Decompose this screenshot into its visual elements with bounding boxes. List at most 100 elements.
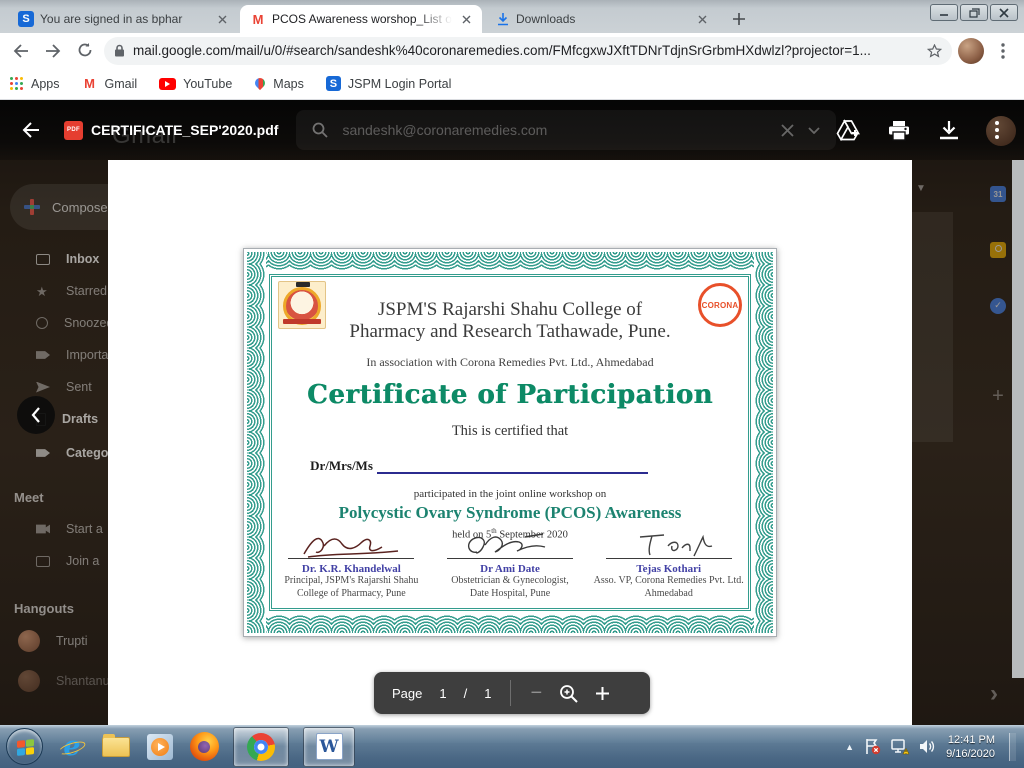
compose-plus-icon bbox=[24, 199, 40, 215]
name-blank-line bbox=[377, 460, 648, 474]
add-panel-icon[interactable]: + bbox=[990, 388, 1006, 404]
bookmark-label: JSPM Login Portal bbox=[348, 77, 452, 91]
minimize-button[interactable] bbox=[930, 4, 958, 21]
hangouts-contact-trupti[interactable]: Trupti bbox=[18, 630, 88, 652]
browser-menu-icon[interactable] bbox=[990, 38, 1016, 64]
tab-pcos-awareness-active[interactable]: M PCOS Awareness worshop_List of bbox=[240, 5, 482, 33]
bookmark-jspm-portal[interactable]: S JSPM Login Portal bbox=[326, 76, 452, 91]
reload-button[interactable] bbox=[72, 38, 98, 64]
gmail-search-bar[interactable]: sandeshk@coronaremedies.com bbox=[296, 110, 836, 150]
new-tab-button[interactable] bbox=[728, 8, 750, 30]
bookmark-label: Apps bbox=[31, 77, 60, 91]
current-page-number[interactable]: 1 bbox=[439, 686, 446, 701]
signatory-date: Dr Ami Date Obstetrician & Gynecologist,… bbox=[431, 530, 590, 600]
search-query[interactable]: sandeshk@coronaremedies.com bbox=[342, 122, 767, 138]
download-favicon bbox=[496, 12, 510, 26]
volume-icon[interactable] bbox=[919, 739, 936, 754]
viewer-more-options-icon[interactable] bbox=[988, 121, 1006, 139]
page-scrollbar[interactable] bbox=[1012, 160, 1024, 678]
windows-taskbar: e W ▲ 12 bbox=[0, 725, 1024, 768]
print-icon[interactable] bbox=[888, 120, 910, 141]
taskbar-word-active[interactable]: W bbox=[303, 727, 355, 767]
send-icon bbox=[36, 382, 50, 393]
viewer-back-button[interactable] bbox=[14, 122, 48, 138]
meet-start-meeting[interactable]: Start a bbox=[36, 522, 103, 536]
search-options-chevron-icon[interactable] bbox=[808, 127, 820, 134]
tab-label: PCOS Awareness worshop_List of bbox=[272, 12, 452, 26]
zoom-magnifier-icon[interactable] bbox=[559, 684, 578, 703]
signatory-role: College of Pharmacy, Pune bbox=[297, 588, 406, 601]
apps-grid-icon bbox=[10, 77, 24, 91]
taskbar-chrome-active[interactable] bbox=[233, 727, 289, 767]
sidebar-item-snoozed[interactable]: Snoozed bbox=[36, 316, 113, 330]
taskbar-internet-explorer[interactable]: e bbox=[57, 732, 87, 762]
network-status-icon[interactable] bbox=[891, 738, 909, 755]
sidebar-item-sent[interactable]: Sent bbox=[36, 380, 92, 394]
hidden-icons-chevron-icon[interactable]: ▲ bbox=[845, 742, 854, 752]
meet-join-meeting[interactable]: Join a bbox=[36, 554, 99, 568]
participation-line: participated in the joint online worksho… bbox=[272, 488, 748, 500]
clock-icon bbox=[36, 317, 48, 329]
sidebar-item-inbox[interactable]: Inbox bbox=[36, 252, 99, 266]
add-to-drive-icon[interactable] bbox=[836, 119, 860, 141]
corona-logo: CORONA bbox=[698, 283, 742, 327]
zoom-out-icon[interactable]: − bbox=[530, 682, 542, 705]
clear-search-icon[interactable] bbox=[781, 124, 794, 137]
calendar-panel-icon[interactable]: 31 bbox=[990, 186, 1006, 202]
bookmark-star-icon[interactable] bbox=[927, 44, 942, 58]
restore-button[interactable] bbox=[960, 4, 988, 21]
download-icon[interactable] bbox=[938, 120, 960, 140]
address-bar[interactable]: mail.google.com/mail/u/0/#search/sandesh… bbox=[104, 37, 952, 65]
taskbar-file-explorer[interactable] bbox=[101, 732, 131, 762]
viewer-header: Gmail PDF CERTIFICATE_SEP'2020.pdf sande… bbox=[0, 100, 1024, 160]
start-button[interactable] bbox=[6, 728, 43, 765]
tab-signed-in[interactable]: S You are signed in as bphar bbox=[8, 5, 238, 33]
bookmark-maps[interactable]: Maps bbox=[254, 77, 304, 91]
signature-line bbox=[288, 558, 414, 559]
college-logo bbox=[278, 281, 326, 329]
taskbar-firefox[interactable] bbox=[189, 732, 219, 762]
workshop-title: Polycystic Ovary Syndrome (PCOS) Awarene… bbox=[272, 503, 748, 523]
certify-line: This is certified that bbox=[272, 423, 748, 440]
video-camera-icon bbox=[36, 524, 50, 535]
signatory-role: Principal, JSPM's Rajarshi Shahu bbox=[284, 575, 418, 588]
sidebar-item-important[interactable]: Important bbox=[36, 348, 119, 362]
categories-icon bbox=[36, 448, 50, 459]
bookmark-apps[interactable]: Apps bbox=[10, 77, 60, 91]
profile-avatar[interactable] bbox=[958, 38, 984, 64]
show-desktop-button[interactable] bbox=[1009, 733, 1016, 761]
tasks-panel-icon[interactable]: ✓ bbox=[990, 298, 1006, 314]
action-center-flag-icon[interactable] bbox=[864, 738, 881, 755]
bookmark-youtube[interactable]: YouTube bbox=[159, 77, 232, 91]
compose-label: Compose bbox=[52, 200, 108, 215]
close-window-button[interactable] bbox=[990, 4, 1018, 21]
folder-icon bbox=[102, 737, 130, 757]
signatory-khandelwal: Dr. K.R. Khandelwal Principal, JSPM's Ra… bbox=[272, 530, 431, 600]
tab-close-icon[interactable] bbox=[458, 11, 474, 27]
forward-button[interactable] bbox=[40, 38, 66, 64]
hangouts-contact-shantanu[interactable]: Shantanu bbox=[18, 670, 110, 692]
word-icon: W bbox=[316, 733, 343, 760]
tab-close-icon[interactable] bbox=[694, 11, 710, 27]
signature-line bbox=[447, 558, 573, 559]
url-text[interactable]: mail.google.com/mail/u/0/#search/sandesh… bbox=[133, 43, 919, 58]
bookmark-gmail[interactable]: M Gmail bbox=[82, 76, 138, 92]
name-prefix: Dr/Mrs/Ms bbox=[310, 458, 373, 474]
tab-label: Downloads bbox=[516, 12, 688, 26]
taskbar-media-player[interactable] bbox=[145, 732, 175, 762]
signatory-role: Date Hospital, Pune bbox=[470, 588, 550, 601]
keep-panel-icon[interactable] bbox=[990, 242, 1006, 258]
tab-downloads[interactable]: Downloads bbox=[486, 5, 718, 33]
sidebar-item-starred[interactable]: ★Starred bbox=[36, 284, 107, 298]
tab-close-icon[interactable] bbox=[214, 11, 230, 27]
jspm-s-icon: S bbox=[326, 76, 341, 91]
back-button[interactable] bbox=[8, 38, 34, 64]
zoom-in-icon[interactable] bbox=[595, 686, 610, 701]
certificate-border-left bbox=[247, 252, 266, 633]
previous-attachment-button[interactable] bbox=[17, 396, 55, 434]
signatory-role: Asso. VP, Corona Remedies Pvt. Ltd. bbox=[594, 575, 744, 588]
certificate: CORONA JSPM'S Rajarshi Shahu College of … bbox=[243, 248, 777, 637]
taskbar-clock[interactable]: 12:41 PM 9/16/2020 bbox=[946, 733, 999, 761]
next-attachment-chevron-icon[interactable]: › bbox=[990, 680, 998, 708]
attachment-filename: CERTIFICATE_SEP'2020.pdf bbox=[91, 122, 278, 138]
